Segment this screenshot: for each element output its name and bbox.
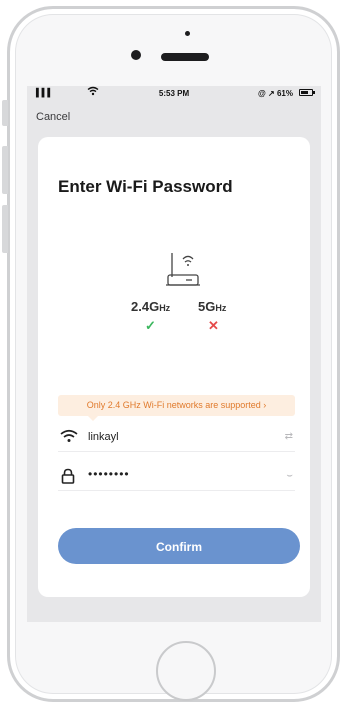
band-2-4ghz-main: 2.4G <box>131 299 160 314</box>
status-bar: ▐▐▐ 5:53 PM @ ↗ 61% <box>27 86 321 102</box>
front-camera <box>131 50 141 60</box>
wifi-icon <box>60 429 78 448</box>
band-5ghz-main: 5G <box>198 299 216 314</box>
ssid-field[interactable]: linkayl ⇄ <box>58 423 295 452</box>
status-indicators: @ ↗ 61% <box>258 89 293 98</box>
ssid-value: linkayl <box>88 431 119 443</box>
volume-down-button <box>2 205 8 253</box>
mute-switch <box>2 100 8 126</box>
band-support-notice[interactable]: Only 2.4 GHz Wi-Fi networks are supporte… <box>58 395 295 421</box>
lock-icon <box>60 468 76 489</box>
band-2-4ghz-label: 2.4GHz <box>131 299 170 314</box>
show-password-eye-icon[interactable]: ⌣ <box>286 470 293 481</box>
switch-network-icon[interactable]: ⇄ <box>285 431 293 442</box>
volume-up-button <box>2 146 8 194</box>
band-5ghz-unit: Hz <box>215 303 227 313</box>
earpiece-speaker <box>161 53 209 61</box>
password-field[interactable]: •••••••• ⌣ <box>58 462 295 491</box>
home-button[interactable] <box>156 641 216 701</box>
band-2-4ghz-unit: Hz <box>159 303 171 313</box>
cancel-button[interactable]: Cancel <box>36 111 70 123</box>
wifi-password-card: Enter Wi-Fi Password 2.4GHz 5GHz ✓ ✕ Onl… <box>38 137 310 597</box>
check-icon: ✓ <box>145 318 156 333</box>
router-icon <box>166 249 202 296</box>
band-5ghz-label: 5GHz <box>198 299 226 314</box>
page-title: Enter Wi-Fi Password <box>58 177 233 196</box>
app-screen: ▐▐▐ 5:53 PM @ ↗ 61% Cancel Enter Wi-Fi P… <box>27 86 321 622</box>
confirm-button[interactable]: Confirm <box>58 528 300 564</box>
battery-icon <box>299 89 315 96</box>
top-sensor-dot <box>185 31 190 36</box>
cross-icon: ✕ <box>208 318 219 333</box>
password-value: •••••••• <box>88 467 130 481</box>
